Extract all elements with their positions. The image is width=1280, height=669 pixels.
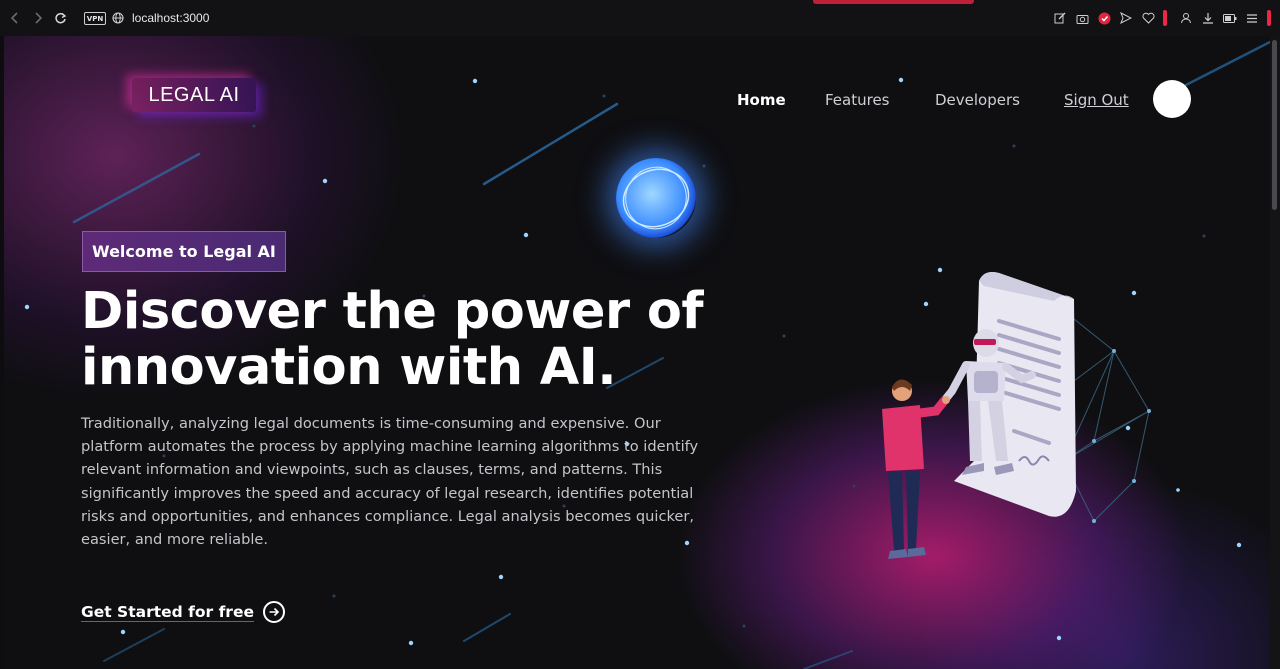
- browser-toolbar: VPN localhost:3000: [0, 0, 1280, 36]
- get-started-button[interactable]: Get Started for free: [81, 601, 285, 623]
- camera-icon[interactable]: [1075, 11, 1089, 25]
- hero-description: Traditionally, analyzing legal documents…: [81, 415, 699, 549]
- sign-out-link[interactable]: Sign Out: [1064, 91, 1129, 109]
- hero-title-line-1: Discover the power of: [81, 282, 704, 341]
- logo-text: LEGAL AI: [148, 83, 240, 106]
- arrow-right-circle-icon: [262, 601, 285, 623]
- logo[interactable]: LEGAL AI: [132, 78, 256, 112]
- forward-arrow-icon[interactable]: [31, 11, 45, 25]
- profile-icon[interactable]: [1179, 11, 1193, 25]
- hero-title: Discover the power of innovation with AI…: [81, 284, 721, 396]
- landing-page: LEGAL AI Home Features Developers Sign O…: [4, 36, 1270, 669]
- heart-icon[interactable]: [1141, 11, 1155, 25]
- menu-icon[interactable]: [1245, 11, 1259, 25]
- download-icon[interactable]: [1201, 11, 1215, 25]
- welcome-badge: Welcome to Legal AI: [82, 231, 286, 272]
- back-arrow-icon[interactable]: [8, 11, 22, 25]
- globe-icon[interactable]: [111, 11, 125, 25]
- reload-icon[interactable]: [53, 11, 67, 25]
- vpn-badge[interactable]: VPN: [84, 12, 106, 25]
- hero-title-line-2: innovation with AI.: [81, 338, 617, 397]
- shield-icon[interactable]: [1097, 11, 1111, 25]
- nav-developers-link[interactable]: Developers: [935, 91, 1020, 109]
- nav-home-link[interactable]: Home: [737, 91, 786, 109]
- send-icon[interactable]: [1119, 11, 1133, 25]
- glowing-globe-icon: [616, 158, 696, 238]
- welcome-badge-text: Welcome to Legal AI: [92, 242, 276, 261]
- active-tab-indicator: [813, 0, 974, 4]
- robot-lawyer-handshake-illustration: [882, 272, 1151, 559]
- edit-icon[interactable]: [1053, 11, 1067, 25]
- extension-indicator: [1163, 10, 1167, 26]
- scrollbar-thumb[interactable]: [1272, 40, 1277, 210]
- page-scrollbar[interactable]: [1270, 36, 1280, 669]
- address-bar[interactable]: localhost:3000: [132, 11, 209, 25]
- get-started-label: Get Started for free: [81, 603, 254, 621]
- nav-features-link[interactable]: Features: [825, 91, 890, 109]
- sidebar-indicator: [1267, 10, 1271, 26]
- battery-icon: [1223, 11, 1237, 25]
- user-avatar[interactable]: [1153, 80, 1191, 118]
